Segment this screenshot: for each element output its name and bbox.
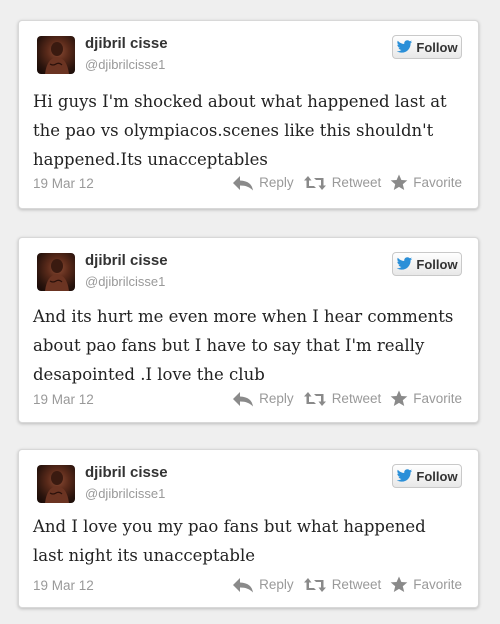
reply-label: Reply [259, 577, 294, 592]
tweet-actions: Reply Retweet Favorite [223, 390, 462, 407]
reply-label: Reply [259, 391, 294, 406]
follow-button[interactable]: Follow [392, 464, 462, 488]
tweet-card: djibril cisse @djibrilcisse1 Follow And … [18, 449, 479, 608]
reply-action[interactable]: Reply [232, 175, 294, 191]
reply-label: Reply [259, 175, 294, 190]
star-icon [390, 390, 408, 406]
tweet-footer: 19 Mar 12 Reply Retweet Favorite [33, 174, 462, 194]
user-name[interactable]: djibril cisse [85, 35, 168, 52]
tweet-text: Hi guys I'm shocked about what happened … [33, 92, 447, 169]
tweet-footer: 19 Mar 12 Reply Retweet Favorite [33, 576, 462, 596]
user-name[interactable]: djibril cisse [85, 464, 168, 481]
tweet-card: djibril cisse @djibrilcisse1 Follow And … [18, 237, 479, 423]
user-handle[interactable]: @djibrilcisse1 [85, 274, 165, 289]
retweet-icon [303, 391, 326, 406]
tweet-text: And its hurt me even more when I hear co… [33, 307, 454, 384]
favorite-label: Favorite [413, 391, 462, 406]
retweet-icon [303, 577, 326, 592]
star-icon [390, 576, 408, 592]
tweet-text: And I love you my pao fans but what happ… [33, 517, 426, 565]
favorite-action[interactable]: Favorite [390, 576, 462, 593]
favorite-action[interactable]: Favorite [390, 390, 462, 407]
favorite-label: Favorite [413, 175, 462, 190]
retweet-icon [303, 175, 326, 190]
reply-action[interactable]: Reply [232, 391, 294, 407]
star-icon [390, 174, 408, 190]
avatar[interactable] [37, 36, 75, 74]
tweet-card: djibril cisse @djibrilcisse1 Follow Hi g… [18, 20, 479, 209]
tweet-date[interactable]: 19 Mar 12 [33, 176, 94, 191]
favorite-label: Favorite [413, 577, 462, 592]
bird-icon [396, 40, 413, 54]
avatar[interactable] [37, 253, 75, 291]
retweet-label: Retweet [331, 391, 382, 406]
retweet-action[interactable]: Retweet [303, 391, 382, 407]
reply-icon [233, 391, 254, 406]
reply-icon [233, 577, 254, 592]
follow-label: Follow [416, 39, 458, 55]
reply-icon [233, 175, 254, 190]
follow-button[interactable]: Follow [392, 35, 462, 59]
reply-action[interactable]: Reply [232, 577, 294, 593]
retweet-label: Retweet [331, 577, 382, 592]
follow-label: Follow [416, 468, 458, 484]
retweet-action[interactable]: Retweet [303, 577, 382, 593]
tweet-date[interactable]: 19 Mar 12 [33, 578, 94, 593]
follow-label: Follow [416, 256, 458, 272]
favorite-action[interactable]: Favorite [390, 174, 462, 191]
follow-button[interactable]: Follow [392, 252, 462, 276]
tweet-footer: 19 Mar 12 Reply Retweet Favorite [33, 390, 462, 410]
user-handle[interactable]: @djibrilcisse1 [85, 57, 165, 72]
user-name[interactable]: djibril cisse [85, 252, 168, 269]
bird-icon [396, 257, 413, 271]
retweet-action[interactable]: Retweet [303, 175, 382, 191]
tweet-date[interactable]: 19 Mar 12 [33, 392, 94, 407]
tweet-actions: Reply Retweet Favorite [223, 174, 462, 191]
tweet-actions: Reply Retweet Favorite [223, 576, 462, 593]
avatar[interactable] [37, 465, 75, 503]
user-handle[interactable]: @djibrilcisse1 [85, 486, 165, 501]
bird-icon [396, 469, 413, 483]
retweet-label: Retweet [331, 175, 382, 190]
